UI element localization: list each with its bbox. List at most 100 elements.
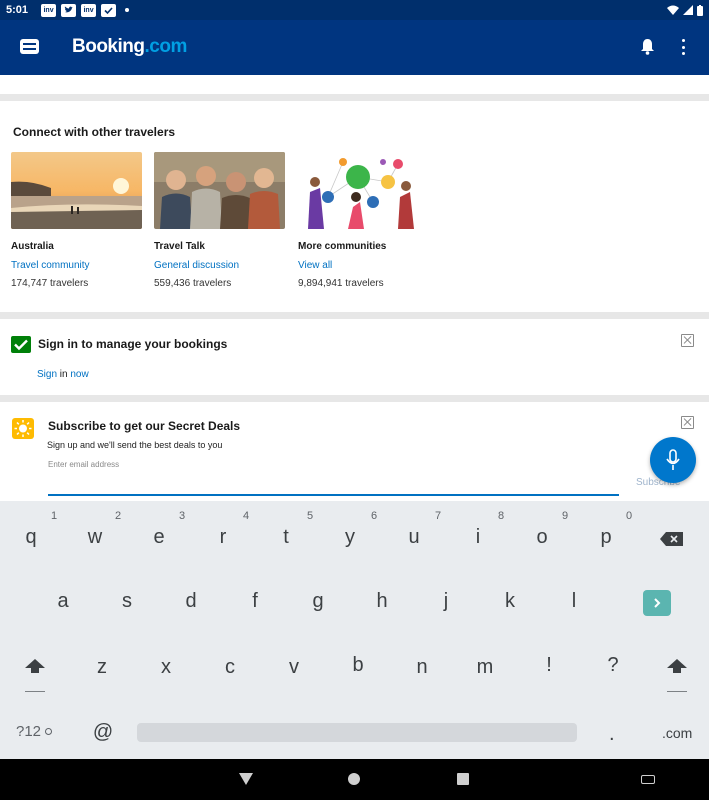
bell-icon[interactable] <box>640 38 655 55</box>
card-subtitle: General discussion <box>154 260 240 271</box>
key-z[interactable]: z <box>90 656 114 679</box>
community-card-australia[interactable]: Australia Travel community 174,747 trave… <box>11 152 142 289</box>
key-a[interactable]: a <box>51 590 75 613</box>
number-hint: 3 <box>178 510 186 522</box>
beach-sunset-image <box>11 152 142 229</box>
close-subscribe-icon[interactable] <box>681 416 694 429</box>
number-hint: 7 <box>434 510 442 522</box>
email-input[interactable]: Enter email address <box>48 460 119 469</box>
key-h[interactable]: h <box>370 590 394 613</box>
twitter-icon <box>61 3 77 17</box>
key-q[interactable]: q <box>19 526 43 549</box>
number-hint: 2 <box>114 510 122 522</box>
card-subtitle[interactable]: View all <box>298 260 429 271</box>
status-bar: 5:01 inv inv <box>0 0 709 20</box>
subscribe-title: Subscribe to get our Secret Deals <box>48 419 241 433</box>
battery-icon <box>697 4 703 16</box>
key-m[interactable]: m <box>473 656 497 679</box>
signin-prompt[interactable]: Sign in now <box>37 369 89 380</box>
key-n[interactable]: n <box>410 656 434 679</box>
card-title: Australia <box>11 241 54 252</box>
number-hint: 6 <box>370 510 378 522</box>
space-bar[interactable] <box>137 723 577 742</box>
menu-icon[interactable] <box>20 39 39 54</box>
key-p[interactable]: p <box>594 526 618 549</box>
key-dotcom[interactable]: .com <box>662 725 692 741</box>
close-signin-icon[interactable] <box>681 334 694 347</box>
key-l[interactable]: l <box>562 590 586 613</box>
key-o[interactable]: o <box>530 526 554 549</box>
number-hint: 8 <box>497 510 505 522</box>
wifi-icon <box>667 5 679 15</box>
card-title: More communities <box>298 241 387 252</box>
shift-left-icon[interactable] <box>24 658 46 674</box>
card-traveler-count: 559,436 travelers <box>154 278 232 289</box>
notification-dot-icon <box>125 8 130 12</box>
section-divider <box>0 312 709 319</box>
number-hint: 5 <box>306 510 314 522</box>
key-f[interactable]: f <box>243 590 267 613</box>
booking-logo: Booking.com <box>72 36 187 57</box>
sun-deals-icon <box>12 418 34 439</box>
home-icon[interactable] <box>348 773 360 785</box>
signal-icon <box>683 5 693 15</box>
system-nav-bar <box>0 759 709 800</box>
app-bar: Booking.com <box>0 20 709 75</box>
friends-group-image <box>154 152 285 229</box>
backspace-icon[interactable] <box>660 532 684 546</box>
symbols-mode-key[interactable]: ?12 <box>16 723 41 740</box>
key-exclamation[interactable]: ! <box>537 654 561 677</box>
keyboard-switch-icon[interactable] <box>641 775 655 784</box>
signin-link[interactable]: Sign <box>37 369 57 380</box>
key-y[interactable]: y <box>338 526 362 549</box>
key-i[interactable]: i <box>466 526 490 549</box>
recent-apps-icon[interactable] <box>457 773 469 785</box>
number-hint: 0 <box>625 510 633 522</box>
emoji-hint-icon <box>45 728 52 735</box>
key-d[interactable]: d <box>179 590 203 613</box>
soft-keyboard: 1 2 3 4 5 6 7 8 9 0 q w e r t y u i o p … <box>0 501 709 759</box>
signin-now-link[interactable]: now <box>70 369 88 380</box>
key-j[interactable]: j <box>434 590 458 613</box>
back-icon[interactable] <box>239 773 253 785</box>
key-v[interactable]: v <box>282 656 306 679</box>
microphone-icon <box>666 449 680 470</box>
section-divider <box>0 395 709 402</box>
community-card-travel-talk[interactable]: Travel Talk General discussion 559,436 t… <box>154 152 285 289</box>
key-at[interactable]: @ <box>90 721 116 744</box>
email-input-underline <box>48 494 619 496</box>
enter-key[interactable] <box>643 590 671 616</box>
key-u[interactable]: u <box>402 526 426 549</box>
checkmark-icon <box>11 336 31 353</box>
number-hint: 1 <box>50 510 58 522</box>
card-subtitle: Travel community <box>11 260 90 271</box>
key-period[interactable]: . <box>609 723 615 746</box>
key-x[interactable]: x <box>154 656 178 679</box>
inv-app-icon: inv <box>81 3 97 17</box>
shift-indicator <box>667 691 687 692</box>
shield-check-icon <box>101 3 117 17</box>
key-w[interactable]: w <box>83 526 107 549</box>
key-question[interactable]: ? <box>601 654 625 677</box>
number-hint: 4 <box>242 510 250 522</box>
shift-right-icon[interactable] <box>666 658 688 674</box>
key-k[interactable]: k <box>498 590 522 613</box>
key-r[interactable]: r <box>211 526 235 549</box>
community-card-more-communities[interactable]: More communities View all 9,894,941 trav… <box>298 152 429 289</box>
inv-app-icon: inv <box>41 3 57 17</box>
arrow-right-icon <box>654 598 661 608</box>
signin-title: Sign in to manage your bookings <box>38 337 228 351</box>
more-options-icon[interactable] <box>680 39 686 55</box>
subscribe-description: Sign up and we'll send the best deals to… <box>47 440 223 450</box>
key-e[interactable]: e <box>147 526 171 549</box>
key-g[interactable]: g <box>306 590 330 613</box>
key-c[interactable]: c <box>218 656 242 679</box>
card-traveler-count: 9,894,941 travelers <box>298 278 384 289</box>
key-t[interactable]: t <box>274 526 298 549</box>
key-s[interactable]: s <box>115 590 139 613</box>
network-illustration-image <box>298 152 429 229</box>
voice-input-button[interactable] <box>650 437 696 483</box>
status-time: 5:01 <box>6 4 29 16</box>
card-title: Travel Talk <box>154 241 205 252</box>
key-b[interactable]: b <box>346 654 370 677</box>
